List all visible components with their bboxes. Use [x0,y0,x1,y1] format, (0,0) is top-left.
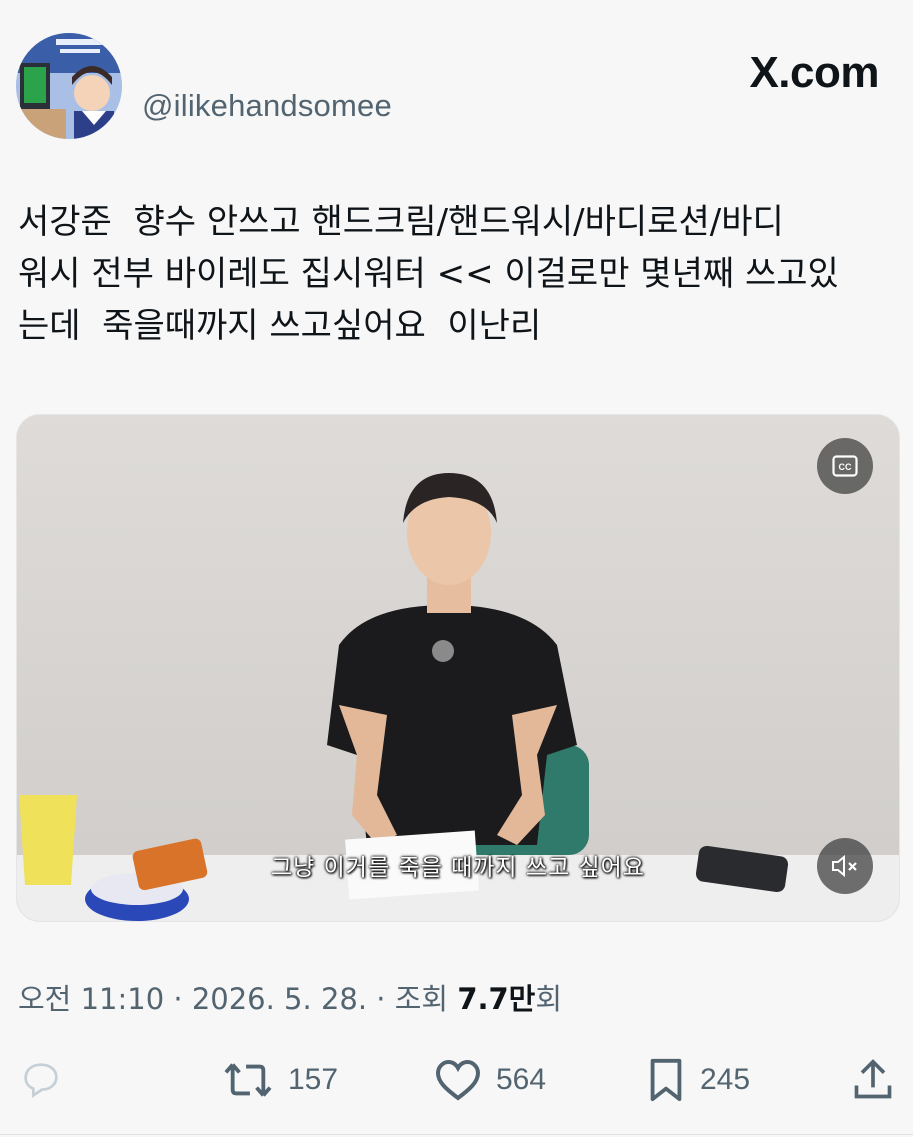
share-icon [854,1059,892,1099]
video-frame [17,415,899,921]
like-button[interactable]: 564 [434,1052,546,1108]
bookmark-count: 245 [700,1063,751,1096]
tweet-meta: 오전 11:10 · 2026. 5. 28. · 조회 7.7만회 [18,976,562,1018]
meta-separator: · [367,982,395,1016]
x-brand-logo: X.com [749,48,879,97]
avatar-illustration [16,33,122,139]
tweet-time[interactable]: 오전 11:10 [18,982,164,1016]
bookmark-button[interactable]: 245 [646,1052,750,1108]
closed-captions-icon: CC [832,455,858,477]
reply-icon [24,1063,58,1098]
retweet-count: 157 [288,1063,339,1096]
speaker-muted-icon [832,854,857,878]
retweet-icon [224,1063,272,1097]
reply-button[interactable] [18,1052,78,1108]
heart-icon [435,1059,481,1101]
video-subtitle: 그냥 이거를 죽을 때까지 쓰고 싶어요 [271,855,645,881]
views-count: 7.7만 [457,982,536,1016]
closed-captions-button[interactable]: CC [817,438,873,494]
tweet-page: @ilikehandsomee X.com 서강준 향수 안쓰고 핸드크림/핸드… [0,0,913,1137]
like-count: 564 [496,1063,547,1096]
retweet-button[interactable]: 157 [222,1052,338,1108]
svg-text:CC: CC [839,462,852,472]
action-bar: 157 564 245 [0,1052,913,1112]
video-player[interactable]: 그냥 이거를 죽을 때까지 쓰고 싶어요 [16,414,900,922]
meta-separator: · [164,982,192,1016]
views-suffix: 회 [535,982,563,1016]
bottom-divider [0,1134,913,1135]
tweet-date[interactable]: 2026. 5. 28. [192,982,367,1016]
mute-button[interactable] [817,838,873,894]
avatar[interactable] [16,33,122,139]
user-handle[interactable]: @ilikehandsomee [142,88,392,124]
tweet-text: 서강준 향수 안쓰고 핸드크림/핸드워시/바디로션/바디 워시 전부 바이레도 … [18,202,839,346]
share-button[interactable] [852,1052,894,1108]
views-label: 조회 [394,982,449,1016]
bookmark-icon [650,1058,682,1102]
